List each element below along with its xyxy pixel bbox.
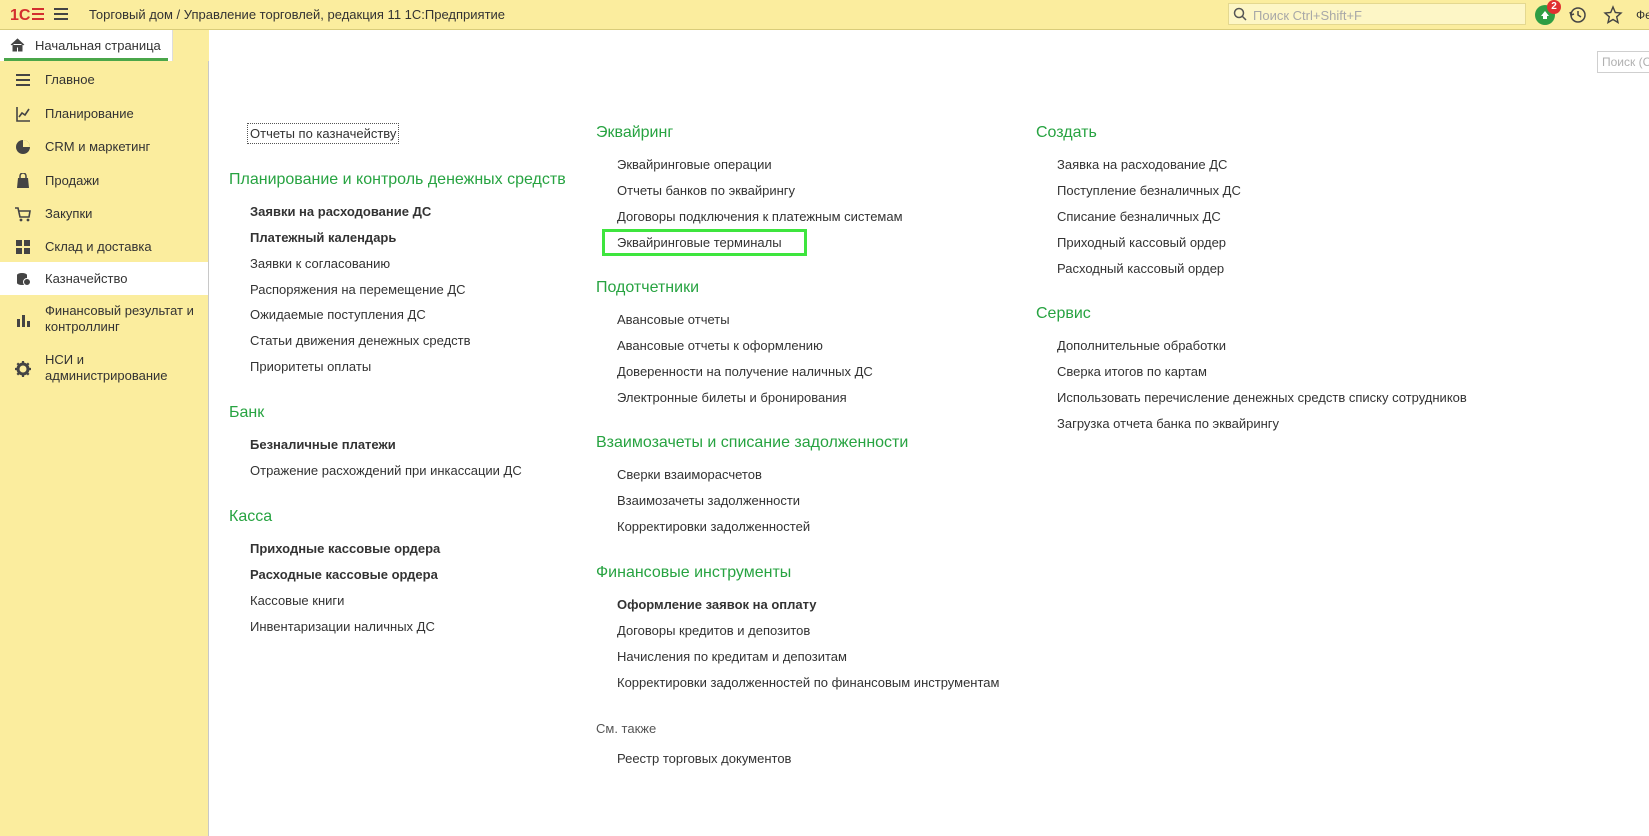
link-item[interactable]: Безналичные платежи bbox=[250, 437, 396, 452]
group-title-financial-instruments[interactable]: Финансовые инструменты bbox=[596, 564, 791, 582]
group-title-service[interactable]: Сервис bbox=[1036, 305, 1091, 323]
sidebar-item-treasury[interactable]: Казначейство bbox=[0, 262, 208, 295]
logo-1c-icon[interactable]: 1С bbox=[10, 4, 44, 24]
link-item[interactable]: Поступление безналичных ДС bbox=[1057, 183, 1241, 198]
coins-icon bbox=[17, 273, 31, 286]
link-item[interactable]: Корректировки задолженностей bbox=[617, 519, 810, 534]
content-search-input[interactable] bbox=[1598, 52, 1649, 72]
content-search[interactable] bbox=[1597, 51, 1649, 73]
star-icon[interactable] bbox=[1602, 4, 1624, 26]
link-item[interactable]: Электронные билеты и бронирования bbox=[617, 390, 847, 405]
link-item[interactable]: Договоры кредитов и депозитов bbox=[617, 623, 810, 638]
gear-icon bbox=[15, 361, 31, 377]
see-also-title: См. также bbox=[596, 721, 657, 736]
global-search[interactable] bbox=[1228, 3, 1526, 25]
link-item[interactable]: Статьи движения денежных средств bbox=[250, 333, 471, 348]
tab-home-label: Начальная страница bbox=[35, 38, 161, 53]
sidebar-item-label: Планирование bbox=[45, 106, 134, 121]
sidebar-item-label: CRM и маркетинг bbox=[45, 139, 151, 154]
global-search-input[interactable] bbox=[1251, 5, 1523, 25]
sidebar: Главное Планирование CRM и маркетинг Про… bbox=[0, 61, 209, 836]
list-icon bbox=[16, 74, 30, 86]
planning-icon bbox=[16, 107, 30, 122]
link-acquiring-terminals[interactable]: Эквайринговые терминалы bbox=[617, 235, 782, 250]
bag-icon bbox=[17, 173, 29, 188]
home-icon bbox=[10, 38, 25, 52]
link-item[interactable]: Сверка итогов по картам bbox=[1057, 364, 1207, 379]
history-icon[interactable] bbox=[1567, 4, 1589, 26]
sidebar-item-label: НСИ и администрирование bbox=[45, 352, 168, 383]
link-item[interactable]: Отчеты банков по эквайрингу bbox=[617, 183, 795, 198]
link-item[interactable]: Авансовые отчеты к оформлению bbox=[617, 338, 823, 353]
link-item[interactable]: Использовать перечисление денежных средс… bbox=[1057, 390, 1467, 405]
sidebar-item-purchases[interactable]: Закупки bbox=[0, 201, 208, 227]
sidebar-item-crm[interactable]: CRM и маркетинг bbox=[0, 134, 208, 160]
user-name[interactable]: Фе bbox=[1636, 8, 1649, 22]
link-item[interactable]: Приоритеты оплаты bbox=[250, 359, 371, 374]
link-item[interactable]: Распоряжения на перемещение ДС bbox=[250, 282, 466, 297]
link-item[interactable]: Начисления по кредитам и депозитам bbox=[617, 649, 847, 664]
link-item[interactable]: Приходный кассовый ордер bbox=[1057, 235, 1226, 250]
menu-icon[interactable] bbox=[54, 8, 68, 20]
sidebar-item-label: Склад и доставка bbox=[45, 239, 152, 254]
group-title-planning[interactable]: Планирование и контроль денежных средств bbox=[229, 171, 566, 189]
link-item[interactable]: Корректировки задолженностей по финансов… bbox=[617, 675, 999, 690]
link-item[interactable]: Дополнительные обработки bbox=[1057, 338, 1226, 353]
sidebar-item-label: Финансовый результат и контроллинг bbox=[45, 303, 194, 334]
link-item[interactable]: Отражение расхождений при инкассации ДС bbox=[250, 463, 522, 478]
link-item[interactable]: Расходный кассовый ордер bbox=[1057, 261, 1224, 276]
link-item[interactable]: Платежный календарь bbox=[250, 230, 396, 245]
bar-chart-icon bbox=[17, 315, 30, 327]
link-treasury-reports[interactable]: Отчеты по казначейству bbox=[246, 123, 400, 144]
group-title-offsets[interactable]: Взаимозачеты и списание задолженности bbox=[596, 434, 908, 452]
tab-home[interactable]: Начальная страница bbox=[0, 30, 173, 61]
link-item[interactable]: Оформление заявок на оплату bbox=[617, 597, 817, 612]
group-title-accountable[interactable]: Подотчетники bbox=[596, 279, 699, 297]
link-item[interactable]: Реестр торговых документов bbox=[617, 751, 791, 766]
link-item[interactable]: Сверки взаиморасчетов bbox=[617, 467, 762, 482]
link-item[interactable]: Кассовые книги bbox=[250, 593, 344, 608]
link-item[interactable]: Авансовые отчеты bbox=[617, 312, 730, 327]
link-item[interactable]: Расходные кассовые ордера bbox=[250, 567, 438, 582]
sidebar-item-label: Закупки bbox=[45, 206, 93, 221]
group-title-bank[interactable]: Банк bbox=[229, 404, 264, 422]
link-item[interactable]: Заявки на расходование ДС bbox=[250, 204, 431, 219]
top-bar: 1С Торговый дом / Управление торговлей, … bbox=[0, 0, 1649, 30]
sidebar-item-financial-result[interactable]: Финансовый результат и контроллинг bbox=[0, 302, 208, 342]
notification-badge: 2 bbox=[1547, 0, 1561, 14]
group-title-cash[interactable]: Касса bbox=[229, 508, 272, 526]
sidebar-item-label: Казначейство bbox=[45, 271, 128, 286]
sidebar-item-planning[interactable]: Планирование bbox=[0, 101, 208, 127]
sidebar-item-warehouse[interactable]: Склад и доставка bbox=[0, 234, 208, 260]
link-item[interactable]: Заявки к согласованию bbox=[250, 256, 390, 271]
sidebar-item-label: Продажи bbox=[45, 173, 100, 188]
link-item[interactable]: Списание безналичных ДС bbox=[1057, 209, 1221, 224]
link-item[interactable]: Доверенности на получение наличных ДС bbox=[617, 364, 873, 379]
group-title-create[interactable]: Создать bbox=[1036, 124, 1097, 142]
link-item[interactable]: Эквайринговые операции bbox=[617, 157, 772, 172]
search-icon bbox=[1233, 7, 1247, 21]
sidebar-item-main[interactable]: Главное bbox=[0, 67, 208, 93]
link-item[interactable]: Заявка на расходование ДС bbox=[1057, 157, 1227, 172]
sidebar-item-admin[interactable]: НСИ и администрирование bbox=[0, 351, 208, 391]
svg-text:1С: 1С bbox=[10, 7, 31, 24]
link-item[interactable]: Загрузка отчета банка по эквайрингу bbox=[1057, 416, 1279, 431]
warehouse-grid-icon bbox=[16, 240, 30, 254]
sidebar-item-label: Главное bbox=[45, 72, 95, 87]
link-item[interactable]: Договоры подключения к платежным система… bbox=[617, 209, 903, 224]
link-item[interactable]: Приходные кассовые ордера bbox=[250, 541, 440, 556]
cart-icon bbox=[15, 207, 31, 222]
link-item[interactable]: Ожидаемые поступления ДС bbox=[250, 307, 426, 322]
pie-chart-icon bbox=[16, 140, 30, 154]
link-item[interactable]: Взаимозачеты задолженности bbox=[617, 493, 800, 508]
app-title: Торговый дом / Управление торговлей, ред… bbox=[89, 7, 506, 22]
group-title-acquiring[interactable]: Эквайринг bbox=[596, 124, 673, 142]
link-item[interactable]: Инвентаризации наличных ДС bbox=[250, 619, 435, 634]
sidebar-item-sales[interactable]: Продажи bbox=[0, 168, 208, 194]
